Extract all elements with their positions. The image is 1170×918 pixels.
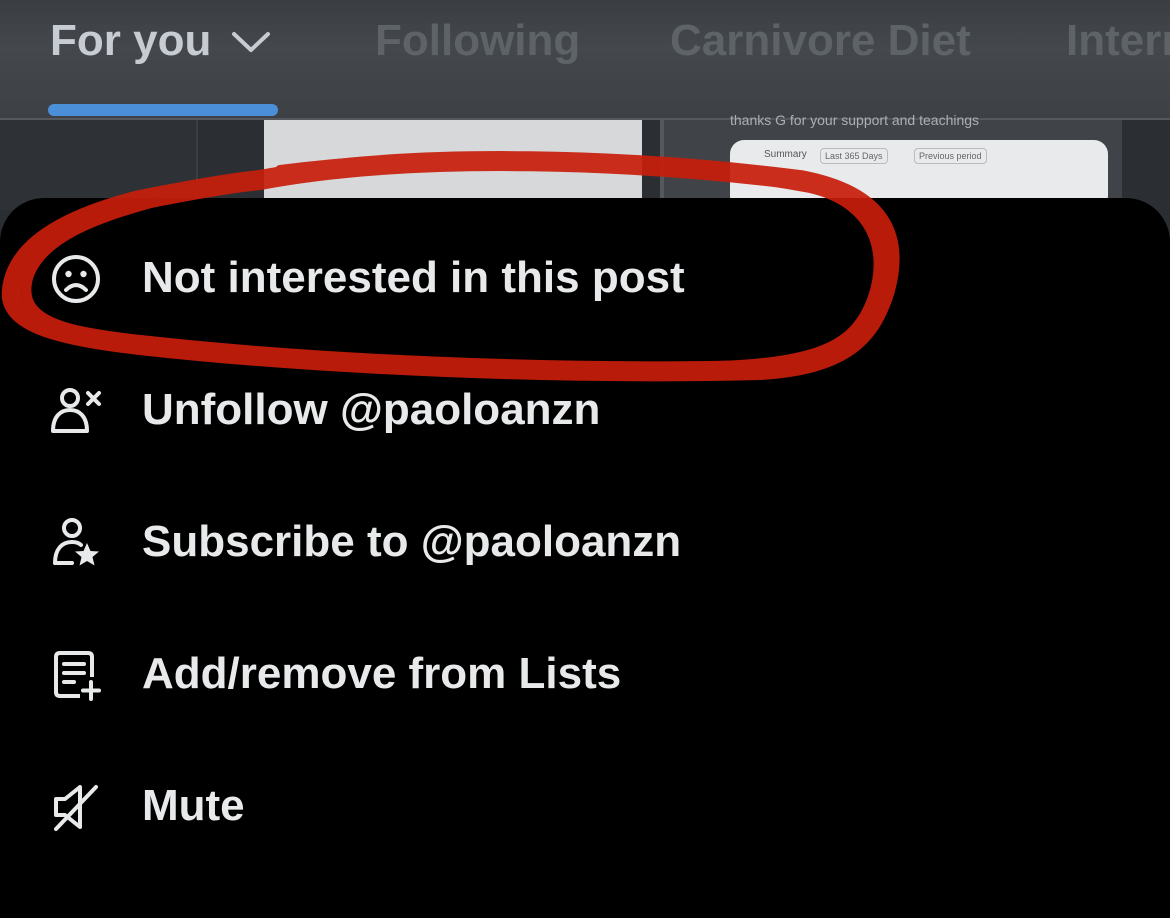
card-label: Previous period	[914, 148, 987, 164]
menu-item-not-interested[interactable]: Not interested in this post	[0, 222, 1170, 332]
menu-item-label: Unfollow @paoloanzn	[142, 385, 601, 434]
menu-item-label: Subscribe to @paoloanzn	[142, 517, 682, 566]
card-label: Last 365 Days	[820, 148, 888, 164]
post-image-right: thanks G for your support and teachings …	[660, 112, 1122, 210]
list-add-icon	[54, 651, 101, 701]
menu-item-mute[interactable]: Mute	[0, 750, 1170, 860]
menu-item-unfollow[interactable]: Unfollow @paoloanzn	[0, 354, 1170, 464]
menu-item-label: Mute	[142, 781, 245, 830]
tab-for-you[interactable]: For you	[50, 14, 211, 68]
tab-interr[interactable]: Interr	[1066, 14, 1170, 68]
post-image-caption: thanks G for your support and teachings	[730, 112, 980, 128]
post-options-sheet: Not interested in this post Unfollow @pa…	[0, 198, 1170, 918]
feed-background: thanks G for your support and teachings …	[0, 112, 1170, 210]
frown-face-icon	[52, 255, 100, 303]
tab-label: Following	[375, 16, 581, 65]
tab-label: Carnivore Diet	[670, 16, 971, 65]
top-tab-bar: For you Following Carnivore Diet Interr	[0, 0, 1170, 120]
mute-speaker-icon	[54, 785, 98, 831]
person-star-icon	[53, 518, 99, 566]
chevron-down-icon[interactable]	[230, 26, 272, 56]
post-image-left	[264, 120, 642, 210]
menu-item-lists[interactable]: Add/remove from Lists	[0, 618, 1170, 728]
tab-following[interactable]: Following	[375, 14, 580, 68]
menu-item-subscribe[interactable]: Subscribe to @paoloanzn	[0, 486, 1170, 596]
person-x-icon	[51, 388, 101, 433]
tab-label: Interr	[1066, 16, 1170, 65]
menu-item-label: Not interested in this post	[142, 253, 685, 302]
menu-item-label: Add/remove from Lists	[142, 649, 622, 698]
feed-avatar-column	[0, 120, 198, 210]
card-label: Summary	[764, 149, 807, 160]
tab-label: For you	[50, 16, 212, 65]
tab-carnivore-diet[interactable]: Carnivore Diet	[670, 14, 971, 68]
active-tab-indicator	[48, 104, 278, 116]
